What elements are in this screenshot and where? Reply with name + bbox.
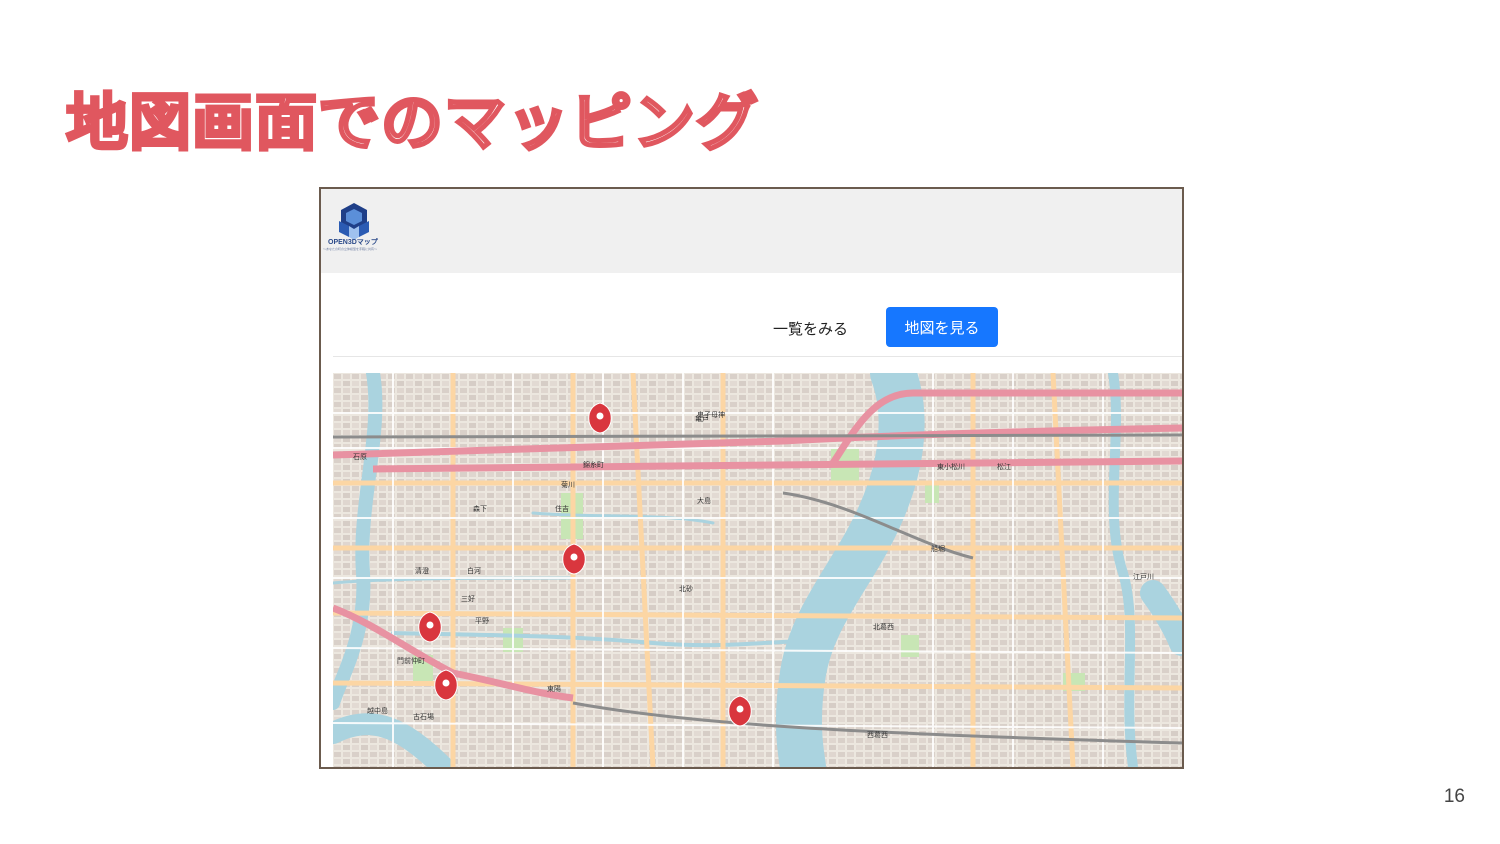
map-label: 船堀 bbox=[931, 544, 945, 553]
map-label: 大島 bbox=[697, 496, 711, 505]
nav-list-link[interactable]: 一覧をみる bbox=[773, 318, 848, 339]
map-label: 三好 bbox=[461, 594, 475, 603]
map-canvas[interactable]: 錦糸町 亀戸 菊川 森下 清澄 白河 三好 平野 門前仲町 牡丹 古石場 越中島… bbox=[333, 373, 1182, 767]
logo-subtitle: 〜あなたの町の立体模型を手軽に共有〜 bbox=[323, 247, 378, 251]
map-view[interactable]: 錦糸町 亀戸 菊川 森下 清澄 白河 三好 平野 門前仲町 牡丹 古石場 越中島… bbox=[333, 373, 1182, 767]
map-label: 西葛西 bbox=[867, 730, 888, 739]
map-label: 菊川 bbox=[561, 480, 575, 489]
map-label: 鬼子母神 bbox=[697, 410, 725, 419]
marker-minamisunamachi-icon[interactable] bbox=[728, 695, 752, 727]
map-label: 越中島 bbox=[367, 706, 388, 715]
map-label: 平野 bbox=[475, 617, 489, 625]
map-label: 北葛西 bbox=[873, 622, 894, 631]
marker-fukagawa-icon[interactable] bbox=[418, 611, 442, 643]
app-screenshot: OPEN3Dマップ 〜あなたの町の立体模型を手軽に共有〜 一覧をみる 地図を見る bbox=[319, 187, 1184, 769]
page-number: 16 bbox=[1443, 786, 1465, 807]
nav-map-button[interactable]: 地図を見る bbox=[886, 307, 998, 347]
map-label: 北砂 bbox=[679, 584, 693, 593]
marker-kinshicho-icon[interactable] bbox=[588, 402, 612, 434]
slide-title: 地図画面でのマッピング bbox=[64, 84, 760, 160]
map-label: 白河 bbox=[467, 566, 481, 575]
map-label: 古石場 bbox=[413, 712, 434, 721]
map-label: 錦糸町 bbox=[583, 460, 604, 469]
marker-sumiyoshi-icon[interactable] bbox=[562, 543, 586, 575]
nav-divider bbox=[333, 356, 1182, 357]
map-label: 門前仲町 bbox=[397, 656, 425, 665]
map-label: 東陽 bbox=[547, 684, 561, 693]
map-label: 清澄 bbox=[415, 566, 429, 575]
map-label: 東小松川 bbox=[937, 462, 965, 471]
marker-monzennakacho-icon[interactable] bbox=[434, 669, 458, 701]
map-label: 江戸川 bbox=[1133, 573, 1154, 581]
map-label: 森下 bbox=[473, 504, 487, 513]
map-label: 石原 bbox=[353, 453, 367, 461]
app-header: OPEN3Dマップ 〜あなたの町の立体模型を手軽に共有〜 bbox=[321, 189, 1182, 273]
map-label: 松江 bbox=[997, 462, 1011, 471]
logo-text: OPEN3Dマップ bbox=[328, 239, 378, 246]
map-label: 住吉 bbox=[555, 504, 569, 513]
